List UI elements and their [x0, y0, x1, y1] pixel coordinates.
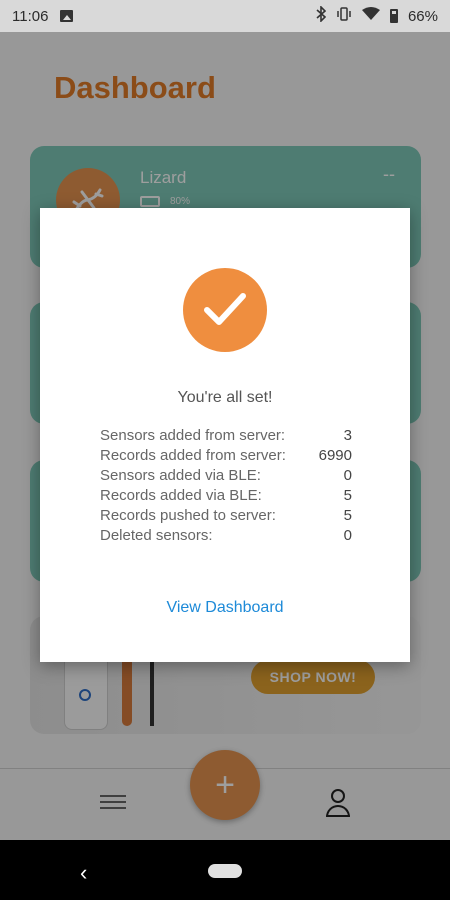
stat-label: Records added via BLE:: [100, 487, 262, 504]
stat-row: Deleted sensors: 0: [100, 526, 352, 546]
stat-value: 0: [343, 467, 352, 484]
image-notification-icon: [60, 10, 74, 22]
stat-value: 5: [343, 487, 352, 504]
status-icons: 66%: [316, 5, 438, 26]
stat-label: Records pushed to server:: [100, 507, 276, 524]
stat-label: Deleted sensors:: [100, 527, 213, 544]
stat-value: 0: [343, 527, 352, 544]
status-time: 11:06: [12, 7, 49, 25]
back-icon[interactable]: ‹: [80, 860, 87, 886]
stat-row: Records pushed to server: 5: [100, 506, 352, 526]
sync-summary-dialog: You're all set! Sensors added from serve…: [40, 208, 410, 662]
bluetooth-icon: [316, 5, 327, 26]
stat-label: Records added from server:: [100, 447, 286, 464]
battery-icon: [389, 9, 398, 23]
stat-row: Sensors added from server: 3: [100, 426, 352, 446]
stat-value: 6990: [318, 447, 352, 464]
battery-percent: 66%: [407, 7, 438, 25]
stat-label: Sensors added via BLE:: [100, 467, 261, 484]
stat-row: Records added via BLE: 5: [100, 486, 352, 506]
stat-label: Sensors added from server:: [100, 427, 286, 444]
stat-row: Records added from server: 6990: [100, 446, 352, 466]
dialog-title: You're all set!: [177, 389, 273, 406]
stat-value: 3: [343, 427, 352, 444]
checkmark-icon: [183, 268, 267, 352]
vibrate-icon: [336, 7, 352, 25]
wifi-icon: [361, 7, 380, 25]
home-pill-icon[interactable]: [208, 864, 242, 878]
sync-stats: Sensors added from server: 3 Records add…: [100, 426, 352, 546]
stat-row: Sensors added via BLE: 0: [100, 466, 352, 486]
stat-value: 5: [343, 507, 352, 524]
status-bar: 11:06 66%: [0, 0, 450, 32]
system-nav-bar: ‹: [0, 840, 450, 900]
view-dashboard-link[interactable]: View Dashboard: [40, 599, 410, 617]
